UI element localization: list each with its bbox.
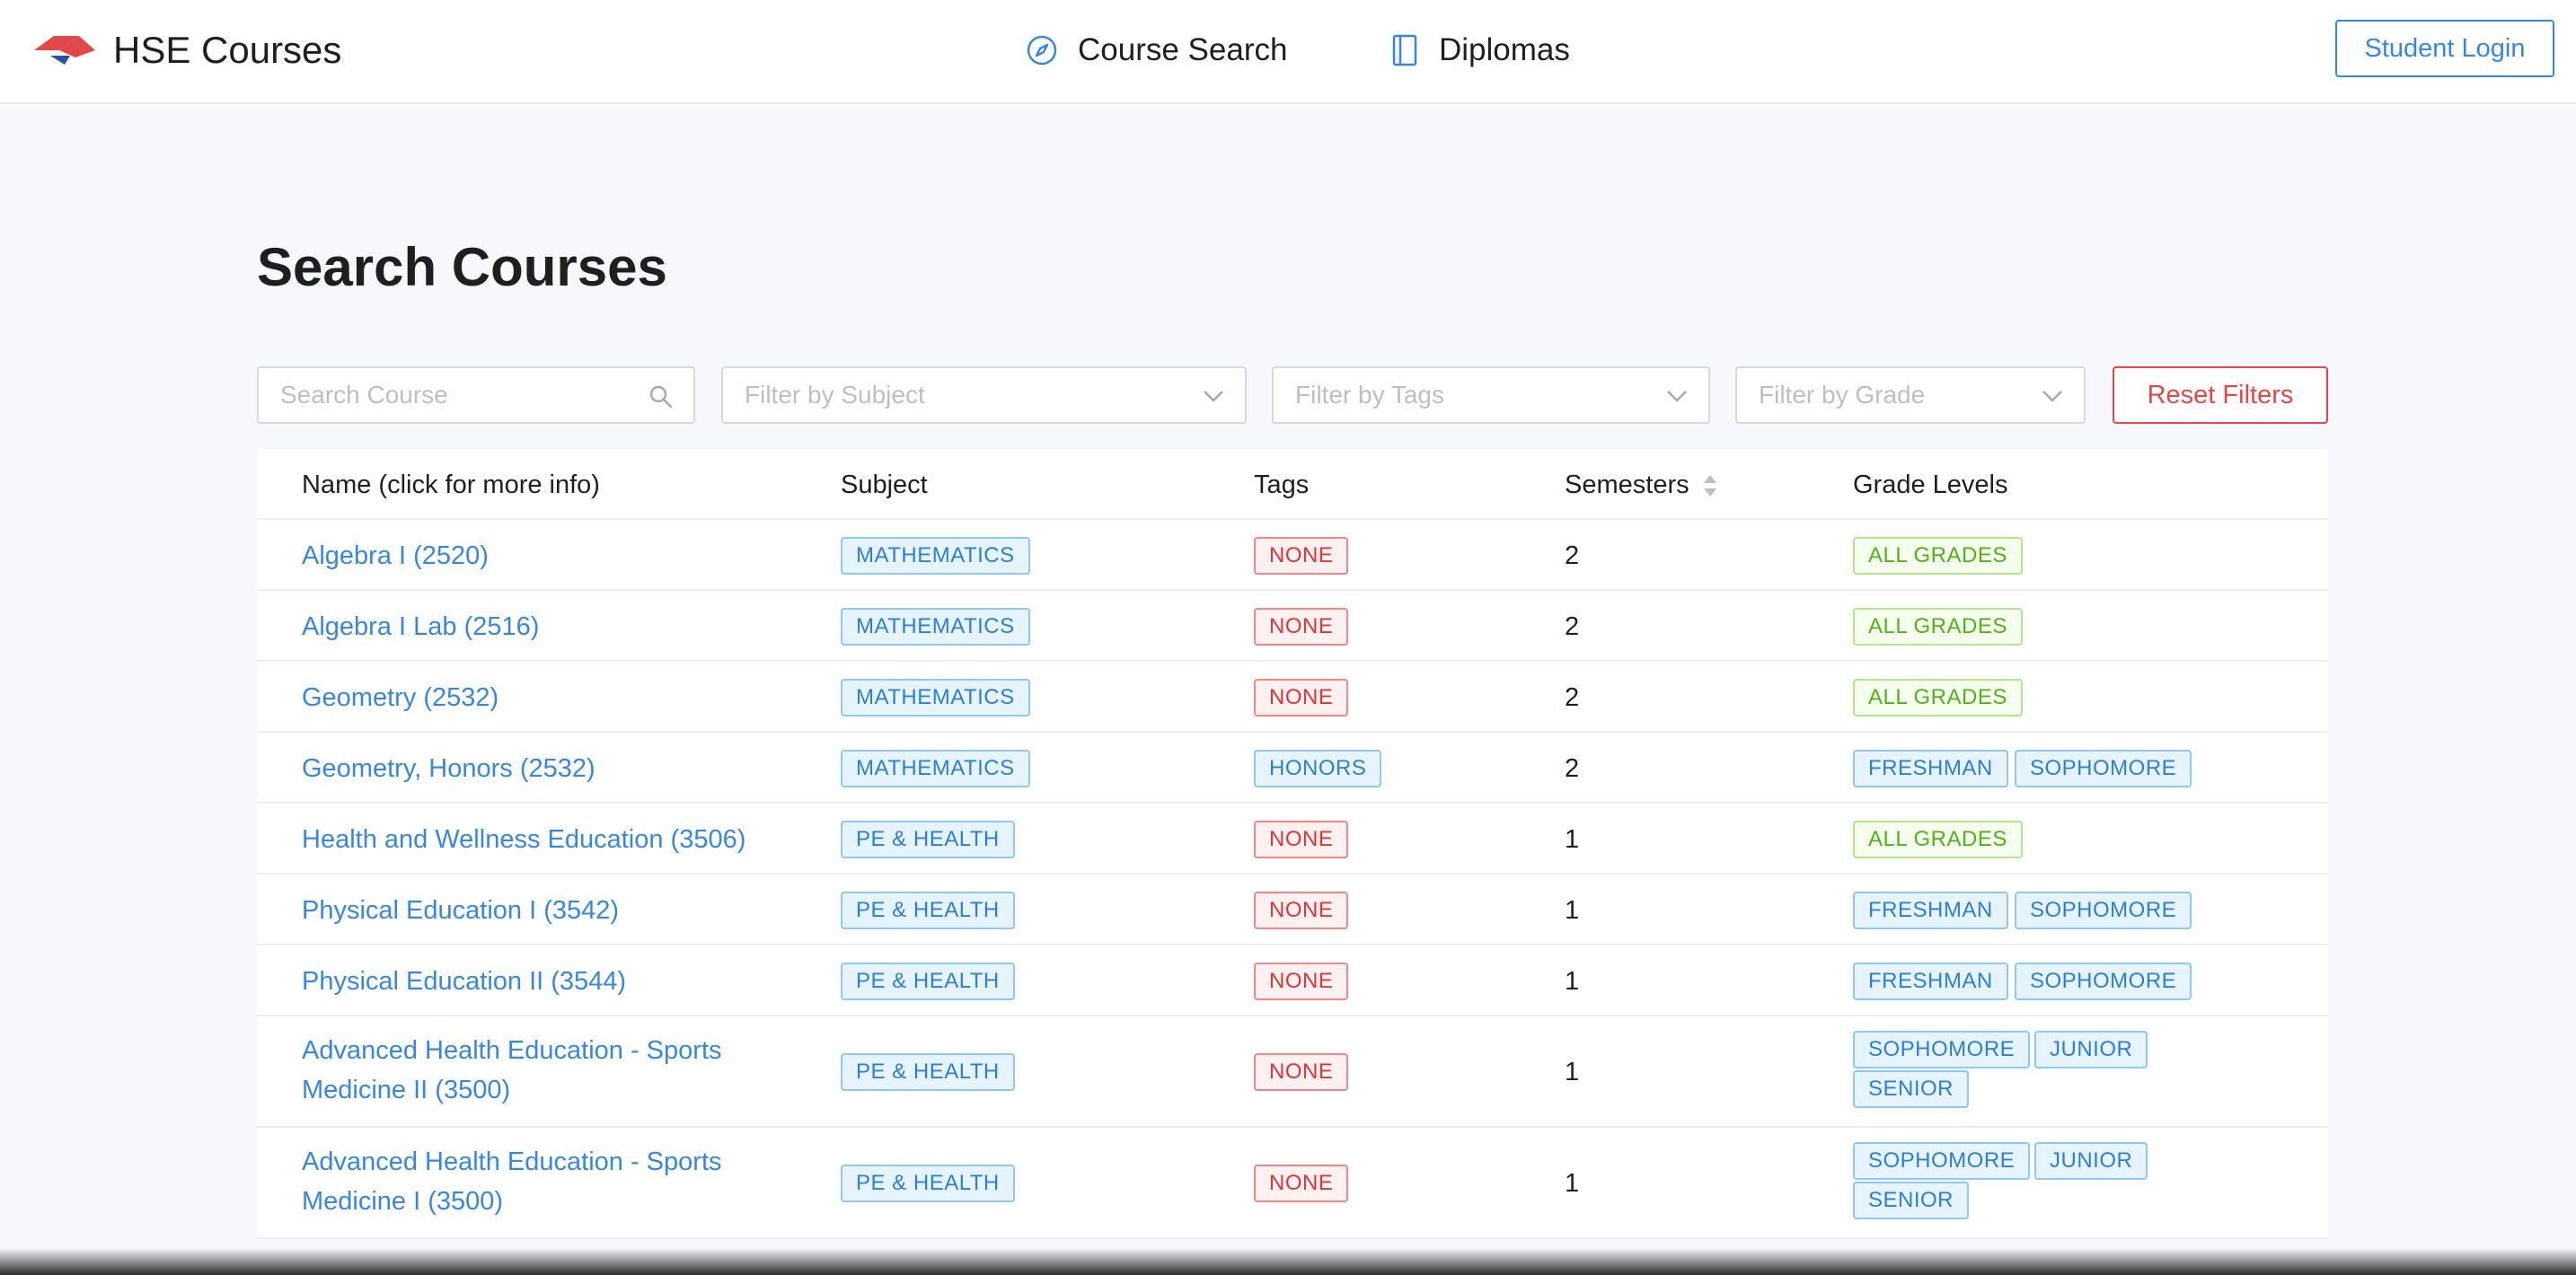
search-course-input[interactable]: Search Course — [257, 366, 695, 424]
grade-level-tag: SENIOR — [1853, 1182, 1970, 1219]
semesters-value: 1 — [1565, 824, 1580, 854]
top-navbar: HSE Courses Course Search Diplomas Stude… — [0, 0, 2576, 104]
hse-logo — [34, 36, 95, 65]
grade-level-tag: SOPHOMORE — [1853, 1142, 2031, 1180]
courses-table: Name (click for more info) Subject Tags … — [257, 449, 2328, 1239]
course-tag: NONE — [1254, 536, 1349, 575]
tags-placeholder: Filter by Tags — [1295, 381, 1444, 409]
table-row: Advanced Health Education - Sports Medic… — [257, 1128, 2328, 1239]
nav-course-search[interactable]: Course Search — [1026, 23, 1287, 77]
header-semesters-label: Semesters — [1565, 470, 1689, 499]
tags-filter-select[interactable]: Filter by Tags — [1272, 366, 1710, 424]
search-icon — [649, 385, 673, 409]
table-row: Physical Education I (3542) PE & HEALTH NO… — [257, 875, 2328, 945]
chevron-down-icon — [1204, 391, 1223, 402]
grade-level-tag: JUNIOR — [2034, 1031, 2148, 1068]
compass-icon — [1027, 35, 1057, 66]
semesters-value: 2 — [1565, 682, 1580, 712]
chevron-down-icon — [2042, 391, 2062, 402]
nav-course-search-label: Course Search — [1078, 32, 1288, 67]
course-name-link[interactable]: Advanced Health Education - Sports Medic… — [302, 1142, 805, 1221]
grade-level-tag: FRESHMAN — [1853, 891, 2008, 929]
header-name: Name (click for more info) — [302, 470, 600, 499]
course-tag: HONORS — [1254, 749, 1382, 787]
grade-placeholder: Filter by Grade — [1759, 381, 1926, 409]
subject-tag: MATHEMATICS — [841, 749, 1030, 787]
subject-tag: PE & HEALTH — [841, 1165, 1015, 1202]
nav-diplomas[interactable]: Diplomas — [1390, 23, 1570, 77]
chevron-down-icon — [1667, 391, 1687, 402]
course-name-link[interactable]: Physical Education I (3542) — [302, 891, 805, 930]
subject-tag: MATHEMATICS — [841, 536, 1030, 575]
table-row: Advanced Health Education - Sports Medic… — [257, 1016, 2328, 1128]
subject-filter-select[interactable]: Filter by Subject — [721, 366, 1247, 424]
table-row: Algebra I Lab (2516) MATHEMATICS NONE 2 ALL … — [257, 591, 2328, 662]
course-name-link[interactable]: Geometry, Honors (2532) — [302, 749, 805, 788]
course-name-link[interactable]: Geometry (2532) — [302, 678, 805, 717]
header-semesters[interactable]: Semesters — [1565, 467, 1718, 503]
header-subject: Subject — [841, 470, 928, 499]
semesters-value: 2 — [1565, 611, 1580, 641]
table-row: Physical Education II (3544) PE & HEALTH N… — [257, 945, 2328, 1016]
course-name-link[interactable]: Algebra I Lab (2516) — [302, 607, 805, 646]
subject-tag: PE & HEALTH — [841, 820, 1015, 858]
table-row: Geometry, Honors (2532) MATHEMATICS HONORS… — [257, 733, 2328, 804]
grade-level-tag: SOPHOMORE — [2015, 891, 2192, 929]
student-login-button[interactable]: Student Login — [2335, 20, 2554, 77]
page-title: Search Courses — [257, 237, 667, 297]
semesters-value: 1 — [1565, 1169, 1580, 1198]
subject-tag: MATHEMATICS — [841, 678, 1030, 717]
grade-level-tag: FRESHMAN — [1853, 749, 2008, 787]
header-tags: Tags — [1254, 470, 1310, 499]
subject-placeholder: Filter by Subject — [745, 381, 925, 409]
subject-tag: PE & HEALTH — [841, 891, 1015, 929]
course-name-link[interactable]: Physical Education II (3544) — [302, 962, 805, 1001]
semesters-value: 1 — [1565, 895, 1580, 925]
grade-filter-select[interactable]: Filter by Grade — [1735, 366, 2086, 424]
grade-level-tag: JUNIOR — [2034, 1142, 2148, 1180]
table-row: Geometry (2532) MATHEMATICS NONE 2 ALL GRADE… — [257, 662, 2328, 733]
header-grade-levels: Grade Levels — [1853, 470, 2008, 499]
grade-level-tag: SENIOR — [1853, 1070, 1970, 1108]
search-placeholder: Search Course — [280, 381, 448, 409]
reset-filters-button[interactable]: Reset Filters — [2113, 366, 2328, 424]
course-tag: NONE — [1254, 891, 1349, 929]
grade-level-tag: FRESHMAN — [1853, 962, 2008, 1000]
grade-level-tag: ALL GRADES — [1853, 678, 2023, 717]
grade-level-tag: ALL GRADES — [1853, 536, 2023, 575]
nav-diplomas-label: Diplomas — [1439, 32, 1570, 67]
table-header: Name (click for more info) Subject Tags … — [257, 449, 2328, 520]
grade-level-tag: SOPHOMORE — [2015, 962, 2192, 1000]
table-row: Health and Wellness Education (3506) PE &… — [257, 804, 2328, 875]
course-tag: NONE — [1254, 607, 1349, 646]
grade-level-tag: SOPHOMORE — [1853, 1031, 2031, 1068]
course-tag: NONE — [1254, 1053, 1349, 1091]
semesters-value: 2 — [1565, 753, 1580, 783]
subject-tag: MATHEMATICS — [841, 607, 1030, 646]
grade-level-tag: SOPHOMORE — [2015, 749, 2192, 787]
course-name-link[interactable]: Health and Wellness Education (3506) — [302, 820, 805, 859]
sort-icon[interactable] — [1702, 472, 1718, 499]
bottom-edge-shadow — [0, 1248, 2576, 1275]
course-tag: NONE — [1254, 820, 1349, 858]
table-row: Algebra I (2520) MATHEMATICS NONE 2 ALL GRAD… — [257, 520, 2328, 591]
grade-level-tag: ALL GRADES — [1853, 820, 2023, 858]
subject-tag: PE & HEALTH — [841, 962, 1015, 1000]
subject-tag: PE & HEALTH — [841, 1053, 1015, 1091]
semesters-value: 2 — [1565, 541, 1580, 570]
brand-name[interactable]: HSE Courses — [113, 25, 341, 75]
course-name-link[interactable]: Advanced Health Education - Sports Medic… — [302, 1031, 805, 1110]
course-name-link[interactable]: Algebra I (2520) — [302, 536, 805, 576]
course-tag: NONE — [1254, 1165, 1349, 1202]
course-tag: NONE — [1254, 678, 1349, 717]
course-tag: NONE — [1254, 962, 1349, 1000]
semesters-value: 1 — [1565, 1058, 1580, 1086]
semesters-value: 1 — [1565, 966, 1580, 996]
grade-level-tag: ALL GRADES — [1853, 607, 2023, 646]
book-icon — [1392, 34, 1417, 66]
